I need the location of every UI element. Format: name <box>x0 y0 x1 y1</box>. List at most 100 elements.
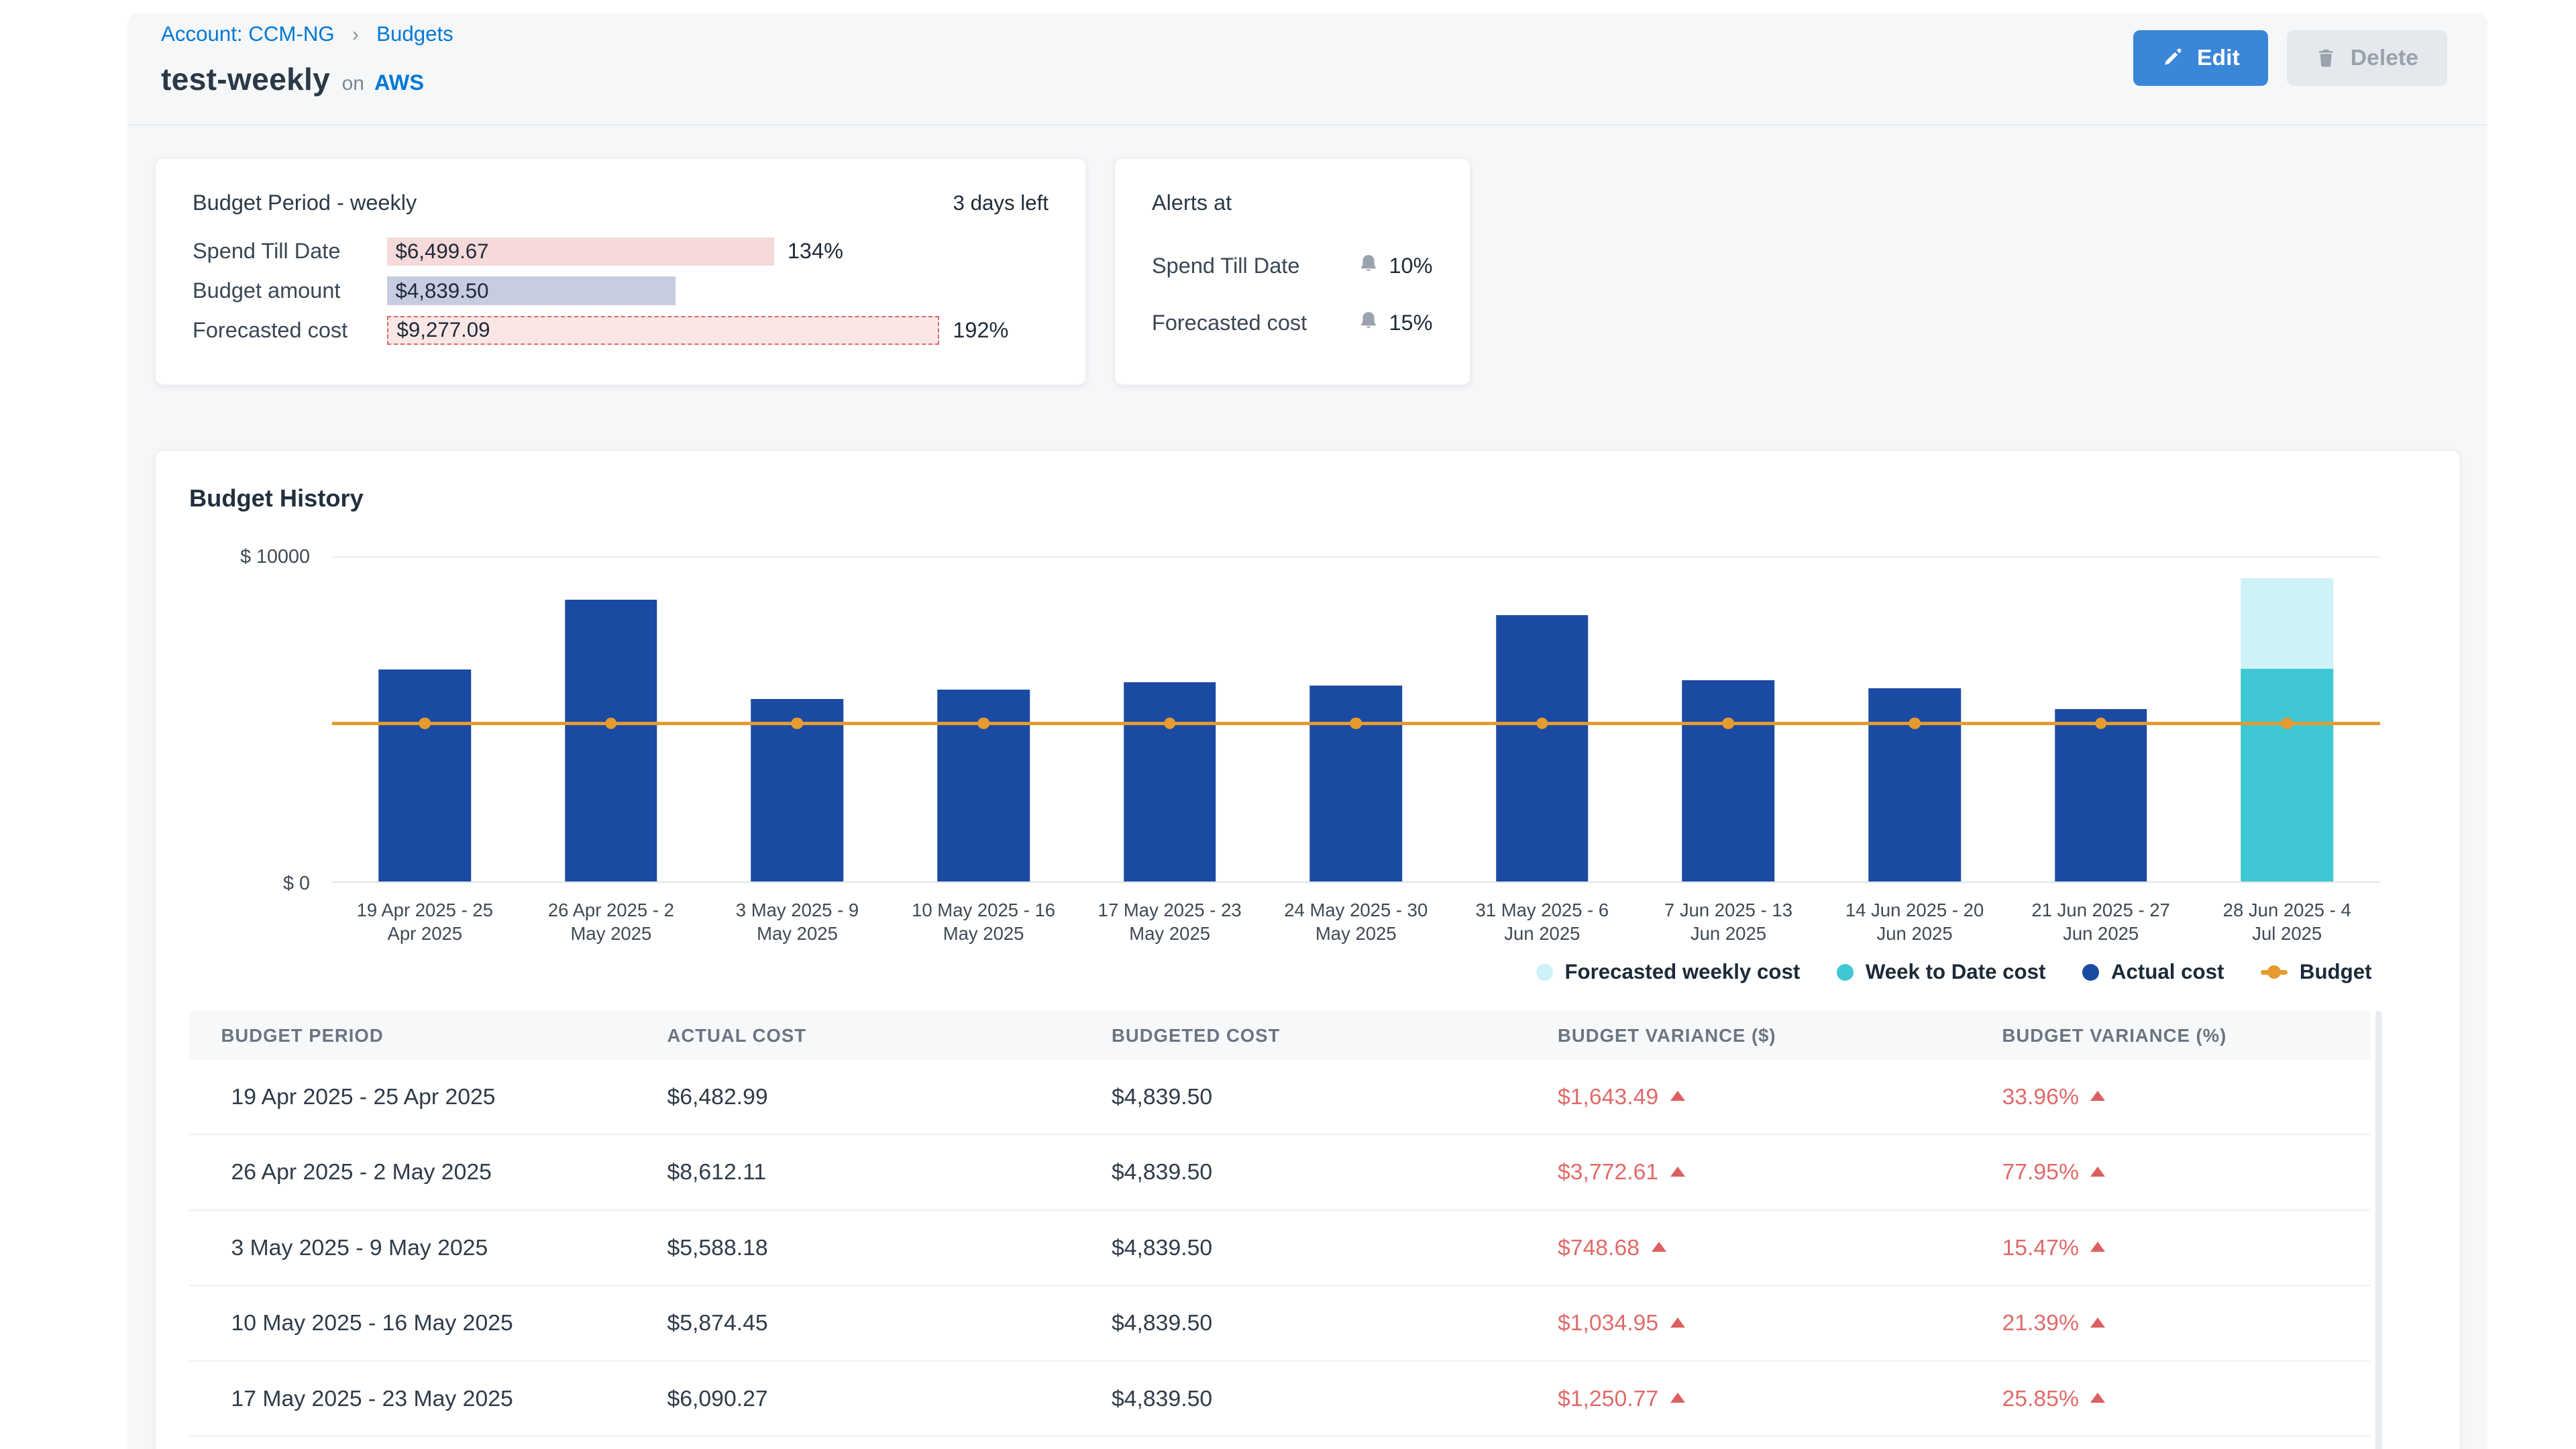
chart-x-label: 17 May 2025 - 23 May 2025 <box>1077 898 1263 945</box>
cell-variance-pct: 77.95% <box>2002 1159 2371 1185</box>
table-row: 19 Apr 2025 - 25 Apr 2025 $6,482.99 $4,8… <box>189 1060 2370 1136</box>
cell-actual-cost: $5,588.18 <box>667 1235 1112 1261</box>
chart-bar-group[interactable] <box>2194 556 2380 882</box>
budget-metric-label: Forecasted cost <box>193 318 387 343</box>
budget-point <box>1723 717 1735 729</box>
alerts-title: Alerts at <box>1152 191 1433 215</box>
cell-budgeted-cost: $4,839.50 <box>1112 1159 1558 1185</box>
chart-bar-group[interactable] <box>1449 556 1635 882</box>
cell-budget-period: 26 Apr 2025 - 2 May 2025 <box>221 1159 667 1185</box>
budget-point <box>419 717 431 729</box>
chart-bar-group[interactable] <box>704 556 891 882</box>
up-arrow-icon <box>2090 1167 2105 1177</box>
cell-budgeted-cost: $4,839.50 <box>1112 1310 1558 1336</box>
table-header-cell: BUDGET VARIANCE ($) <box>1558 1025 2002 1046</box>
chart-bar-group[interactable] <box>890 556 1077 882</box>
budget-metric-rows: Spend Till Date $6,499.67 134% Budget am… <box>193 237 1049 345</box>
alert-row: Forecasted cost 15% <box>1152 308 1433 338</box>
budget-metric-percent: 192% <box>953 318 1008 343</box>
budget-period-title: Budget Period - weekly <box>193 191 417 215</box>
on-label: on <box>342 72 364 95</box>
legend-item[interactable]: Forecasted weekly cost <box>1536 960 1800 984</box>
actual-cost-bar[interactable] <box>1496 615 1589 881</box>
budget-point <box>792 717 804 729</box>
budget-point <box>2095 717 2107 729</box>
cell-variance-usd: $3,772.61 <box>1558 1159 2002 1185</box>
legend-marker <box>2261 970 2288 975</box>
trash-icon <box>2315 46 2337 70</box>
alert-threshold: 15% <box>1389 311 1432 335</box>
cell-actual-cost: $6,482.99 <box>667 1084 1112 1110</box>
edit-button-label: Edit <box>2197 45 2240 71</box>
budget-metric-value: $6,499.67 <box>387 239 489 264</box>
title-row: test-weekly on AWS <box>161 61 2447 97</box>
budget-metric-value: $9,277.09 <box>388 318 490 342</box>
budget-history-chart: $ 10000 $ 0 19 Apr 2025 - 25 Apr 202526 … <box>189 556 2426 945</box>
cell-variance-usd: $1,250.77 <box>1558 1386 2002 1412</box>
page-content: Budget Period - weekly 3 days left Spend… <box>127 125 2487 1449</box>
chart-x-label: 3 May 2025 - 9 May 2025 <box>704 898 891 945</box>
budget-point <box>1536 717 1548 729</box>
actual-cost-bar[interactable] <box>2055 709 2147 881</box>
up-arrow-icon <box>1652 1242 1666 1252</box>
actual-cost-bar[interactable] <box>1124 682 1216 881</box>
chart-bar-group[interactable] <box>2008 556 2194 882</box>
edit-button[interactable]: Edit <box>2133 30 2268 86</box>
table-row: 17 May 2025 - 23 May 2025 $6,090.27 $4,8… <box>189 1362 2370 1438</box>
chart-bar-group[interactable] <box>1821 556 2008 882</box>
chart-x-label: 31 May 2025 - 6 Jun 2025 <box>1449 898 1635 945</box>
variance-pct-value: 77.95% <box>2002 1159 2079 1185</box>
actual-cost-bar[interactable] <box>1682 680 1775 881</box>
chart-x-label: 26 Apr 2025 - 2 May 2025 <box>518 898 704 945</box>
legend-label: Actual cost <box>2111 960 2224 984</box>
main-container: Account: CCM-NG › Budgets test-weekly on… <box>127 13 2487 1449</box>
table-scrollbar[interactable] <box>2375 1011 2382 1449</box>
y-axis-min-label: $ 0 <box>189 873 310 895</box>
cell-budgeted-cost: $4,839.50 <box>1112 1235 1558 1261</box>
cell-actual-cost: $6,090.27 <box>667 1386 1112 1412</box>
breadcrumb-budgets-link[interactable]: Budgets <box>376 22 453 46</box>
chart-bar-group[interactable] <box>332 556 519 882</box>
chart-bar-group[interactable] <box>1263 556 1449 882</box>
table-body: 19 Apr 2025 - 25 Apr 2025 $6,482.99 $4,8… <box>189 1060 2426 1438</box>
breadcrumb-account-link[interactable]: Account: CCM-NG <box>161 22 335 46</box>
chart-bar-group[interactable] <box>1077 556 1263 882</box>
cell-variance-usd: $1,034.95 <box>1558 1310 2002 1336</box>
budget-point <box>2281 717 2293 729</box>
budget-history-title: Budget History <box>189 484 2426 513</box>
actual-cost-bar[interactable] <box>379 669 472 881</box>
breadcrumb: Account: CCM-NG › Budgets <box>161 22 2447 46</box>
table-header-row: BUDGET PERIOD ACTUAL COST BUDGETED COST … <box>189 1011 2370 1060</box>
delete-button-label: Delete <box>2351 45 2418 71</box>
legend-item[interactable]: Week to Date cost <box>1837 960 2045 984</box>
chart-bar-group[interactable] <box>1635 556 1822 882</box>
budget-point <box>977 717 989 729</box>
budget-metric-bar: $4,839.50 <box>387 276 676 305</box>
budget-metric-value: $4,839.50 <box>387 279 489 303</box>
pencil-icon <box>2161 47 2184 69</box>
legend-item[interactable]: Budget <box>2261 960 2371 984</box>
table-header-cell: ACTUAL COST <box>667 1025 1112 1046</box>
budget-detail-page: Account: CCM-NG › Budgets test-weekly on… <box>0 0 2576 1449</box>
chart-bar-group[interactable] <box>518 556 704 882</box>
legend-label: Forecasted weekly cost <box>1564 960 1800 984</box>
cell-variance-usd: $1,643.49 <box>1558 1084 2002 1110</box>
budget-metric-label: Budget amount <box>193 278 387 303</box>
cell-budget-period: 10 May 2025 - 16 May 2025 <box>221 1310 667 1336</box>
delete-button[interactable]: Delete <box>2287 30 2447 86</box>
week-to-date-bar[interactable] <box>2241 669 2333 881</box>
cell-budget-period: 19 Apr 2025 - 25 Apr 2025 <box>221 1084 667 1110</box>
chart-x-labels: 19 Apr 2025 - 25 Apr 202526 Apr 2025 - 2… <box>332 883 2381 945</box>
table-header-cell: BUDGET PERIOD <box>221 1025 667 1046</box>
legend-label: Budget <box>2300 960 2372 984</box>
cell-budget-period: 17 May 2025 - 23 May 2025 <box>221 1386 667 1412</box>
actual-cost-bar[interactable] <box>565 600 657 881</box>
cell-budget-period: 3 May 2025 - 9 May 2025 <box>221 1235 667 1261</box>
cell-actual-cost: $8,612.11 <box>667 1159 1112 1185</box>
actual-cost-bar[interactable] <box>1310 686 1403 882</box>
table-row: 3 May 2025 - 9 May 2025 $5,588.18 $4,839… <box>189 1211 2370 1287</box>
legend-item[interactable]: Actual cost <box>2082 960 2224 984</box>
up-arrow-icon <box>2090 1318 2105 1328</box>
budget-point <box>1350 717 1362 729</box>
variance-usd-value: $1,034.95 <box>1558 1310 1658 1336</box>
